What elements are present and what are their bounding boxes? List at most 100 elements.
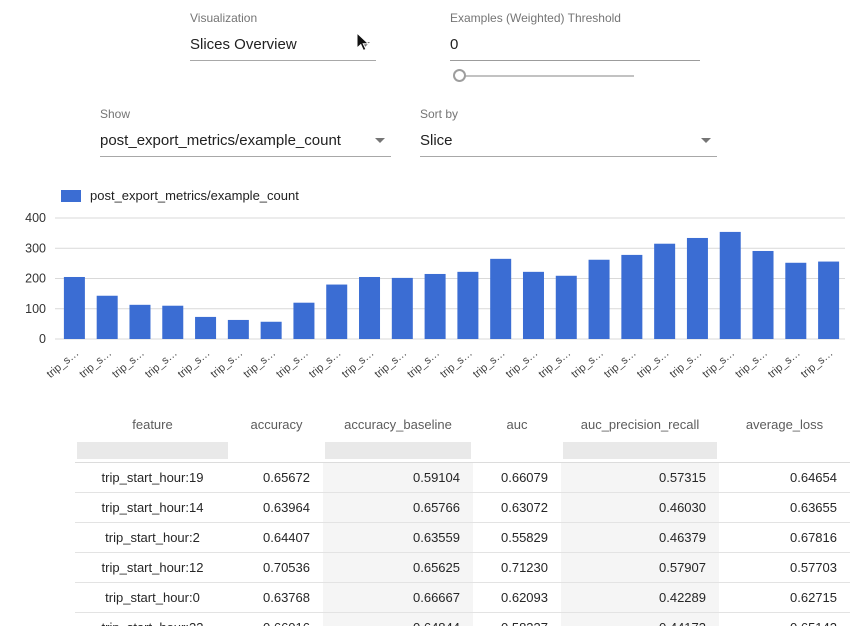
- x-axis-tick-label: trip_s…: [45, 347, 82, 381]
- table-row[interactable]: trip_start_hour:00.637680.666670.620930.…: [75, 583, 850, 613]
- table-header-row: featureaccuracyaccuracy_baselineaucauc_p…: [75, 407, 850, 441]
- threshold-input[interactable]: 0: [450, 34, 700, 61]
- table-row[interactable]: trip_start_hour:120.705360.656250.712300…: [75, 553, 850, 583]
- table-row[interactable]: trip_start_hour:140.639640.657660.630720…: [75, 493, 850, 523]
- metric-cell: 0.42289: [561, 583, 719, 613]
- bar[interactable]: [654, 244, 675, 339]
- x-axis-tick-label: trip_s…: [635, 347, 672, 381]
- filter-cell: [561, 441, 719, 463]
- x-axis-tick-label: trip_s…: [536, 347, 573, 381]
- bar[interactable]: [97, 296, 118, 339]
- x-axis-tick-label: trip_s…: [340, 347, 377, 381]
- table-row[interactable]: trip_start_hour:20.644070.635590.558290.…: [75, 523, 850, 553]
- x-axis-tick-label: trip_s…: [766, 347, 803, 381]
- bar[interactable]: [195, 317, 216, 339]
- chart-legend: post_export_metrics/example_count: [61, 188, 299, 203]
- x-axis-tick-label: trip_s…: [700, 347, 737, 381]
- y-axis-tick-label: 400: [25, 211, 46, 225]
- metric-cell: 0.57703: [719, 553, 850, 583]
- feature-cell: trip_start_hour:2: [75, 523, 230, 553]
- bar[interactable]: [326, 285, 347, 339]
- show-value: post_export_metrics/example_count: [100, 132, 341, 149]
- x-axis-tick-label: trip_s…: [602, 347, 639, 381]
- bar[interactable]: [720, 232, 741, 339]
- slider-thumb[interactable]: [453, 69, 466, 82]
- bar[interactable]: [425, 274, 446, 339]
- threshold-value: 0: [450, 36, 458, 53]
- metric-cell: 0.63559: [323, 523, 473, 553]
- metric-cell: 0.65766: [323, 493, 473, 523]
- feature-cell: trip_start_hour:0: [75, 583, 230, 613]
- x-axis-tick-label: trip_s…: [209, 347, 246, 381]
- filter-cell: [230, 441, 323, 463]
- bar[interactable]: [392, 278, 413, 339]
- bar[interactable]: [621, 255, 642, 339]
- metric-cell: 0.65672: [230, 463, 323, 493]
- sort-by-control: Sort by Slice: [420, 107, 717, 157]
- bar[interactable]: [490, 259, 511, 339]
- x-axis-tick-label: trip_s…: [77, 347, 114, 381]
- metric-cell: 0.65142: [719, 613, 850, 626]
- column-filter-input[interactable]: [325, 442, 471, 459]
- table-row[interactable]: trip_start_hour:190.656720.591040.660790…: [75, 463, 850, 493]
- bar[interactable]: [753, 251, 774, 339]
- y-axis-tick-label: 100: [25, 302, 46, 316]
- bar[interactable]: [589, 260, 610, 339]
- visualization-value: Slices Overview: [190, 36, 297, 53]
- column-filter-input[interactable]: [77, 442, 228, 459]
- bar[interactable]: [64, 277, 85, 339]
- metric-cell: 0.64844: [323, 613, 473, 626]
- bar[interactable]: [261, 322, 282, 339]
- metric-cell: 0.46379: [561, 523, 719, 553]
- column-header-average_loss[interactable]: average_loss: [719, 407, 850, 441]
- bar[interactable]: [293, 303, 314, 339]
- metric-cell: 0.66016: [230, 613, 323, 626]
- bar[interactable]: [556, 276, 577, 339]
- column-header-feature[interactable]: feature: [75, 407, 230, 441]
- bar[interactable]: [129, 305, 150, 339]
- y-axis-tick-label: 0: [39, 332, 46, 346]
- metric-cell: 0.71230: [473, 553, 561, 583]
- x-axis-tick-label: trip_s…: [307, 347, 344, 381]
- bar[interactable]: [228, 320, 249, 339]
- bar[interactable]: [523, 272, 544, 339]
- threshold-control: Examples (Weighted) Threshold 0: [450, 11, 700, 61]
- bar[interactable]: [818, 262, 839, 339]
- sort-by-select[interactable]: Slice: [420, 130, 717, 157]
- column-filter-input[interactable]: [563, 442, 717, 459]
- x-axis-tick-label: trip_s…: [733, 347, 770, 381]
- x-axis-tick-label: trip_s…: [372, 347, 409, 381]
- bar[interactable]: [359, 277, 380, 339]
- bar[interactable]: [162, 306, 183, 339]
- metric-cell: 0.64654: [719, 463, 850, 493]
- show-label: Show: [100, 107, 391, 121]
- chevron-down-icon: [701, 138, 711, 143]
- filter-cell: [75, 441, 230, 463]
- threshold-slider[interactable]: [452, 68, 634, 84]
- x-axis-tick-label: trip_s…: [569, 347, 606, 381]
- x-axis-tick-label: trip_s…: [241, 347, 278, 381]
- bar[interactable]: [687, 238, 708, 339]
- bar[interactable]: [457, 272, 478, 339]
- column-header-accuracy[interactable]: accuracy: [230, 407, 323, 441]
- legend-swatch: [61, 190, 81, 202]
- visualization-select[interactable]: Slices Overview: [190, 34, 376, 61]
- metric-cell: 0.59104: [323, 463, 473, 493]
- column-header-auc_precision_recall[interactable]: auc_precision_recall: [561, 407, 719, 441]
- metric-cell: 0.65625: [323, 553, 473, 583]
- x-axis-tick-label: trip_s…: [668, 347, 705, 381]
- table-row[interactable]: trip_start_hour:230.660160.648440.583370…: [75, 613, 850, 626]
- column-header-auc[interactable]: auc: [473, 407, 561, 441]
- filter-cell: [323, 441, 473, 463]
- bar[interactable]: [785, 263, 806, 339]
- column-header-accuracy_baseline[interactable]: accuracy_baseline: [323, 407, 473, 441]
- x-axis-tick-label: trip_s…: [471, 347, 508, 381]
- metric-cell: 0.63655: [719, 493, 850, 523]
- y-axis-tick-label: 200: [25, 272, 46, 286]
- metric-cell: 0.64407: [230, 523, 323, 553]
- show-select[interactable]: post_export_metrics/example_count: [100, 130, 391, 157]
- x-axis-tick-label: trip_s…: [274, 347, 311, 381]
- filter-cell: [719, 441, 850, 463]
- x-axis-tick-label: trip_s…: [438, 347, 475, 381]
- threshold-label: Examples (Weighted) Threshold: [450, 11, 700, 25]
